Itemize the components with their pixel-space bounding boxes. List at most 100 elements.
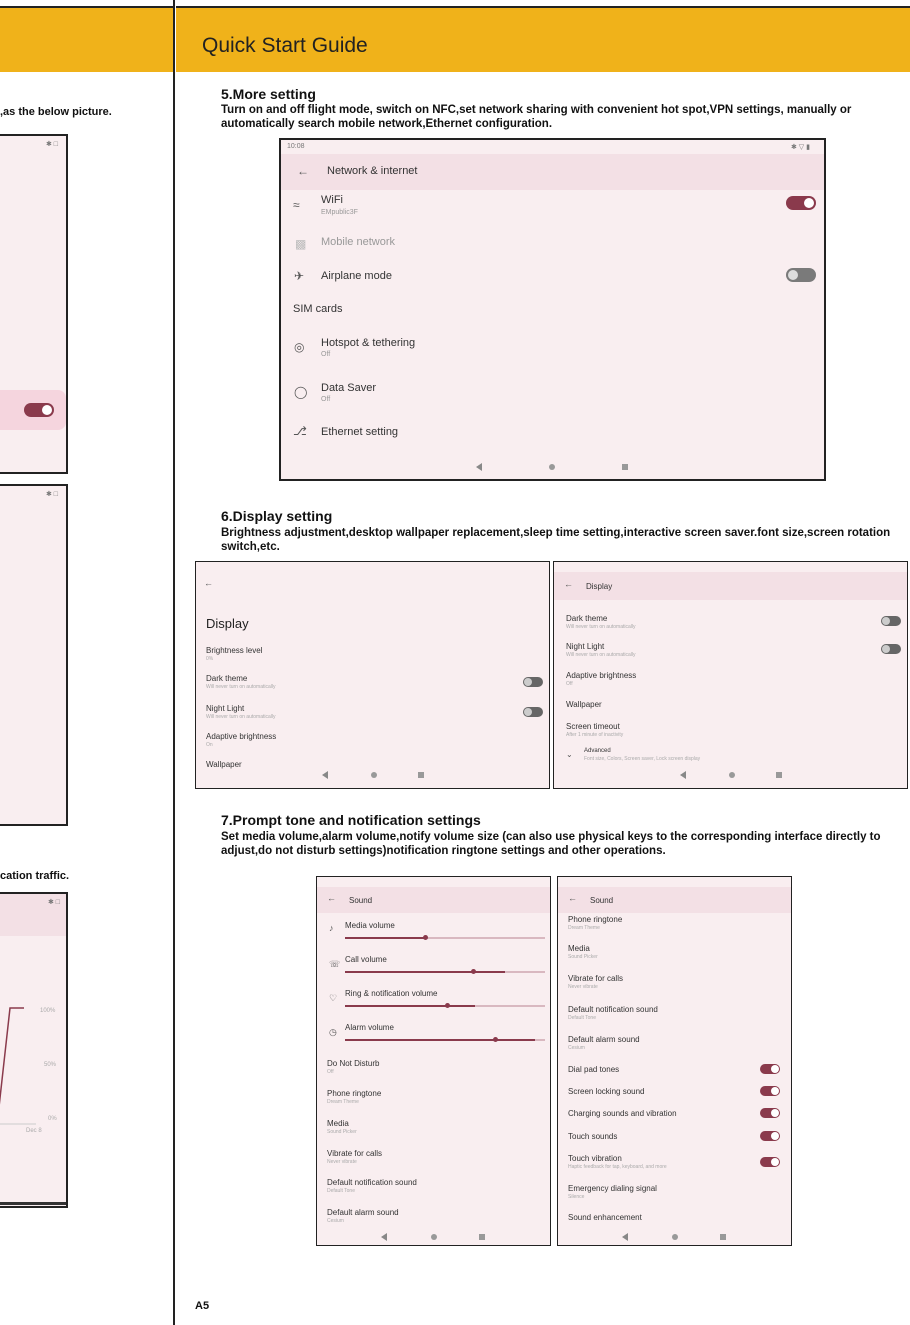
mobile-network-title: Mobile network bbox=[321, 236, 395, 248]
nav-recents-icon[interactable] bbox=[776, 772, 782, 778]
adaptive-brightness-sub: On bbox=[206, 742, 213, 748]
alarm-icon: ◷ bbox=[329, 1027, 337, 1037]
wifi-toggle[interactable] bbox=[786, 196, 816, 210]
section5-title: 5.More setting bbox=[221, 86, 316, 102]
sound-enhancement-title: Sound enhancement bbox=[568, 1213, 642, 1222]
display-title: Display bbox=[206, 616, 249, 631]
phone-icon: ☏ bbox=[329, 959, 341, 969]
night-light-title: Night Light bbox=[206, 704, 245, 713]
status-time: 10:08 bbox=[287, 143, 305, 150]
nav-back-icon[interactable] bbox=[622, 1233, 628, 1241]
left-header-band bbox=[0, 6, 174, 72]
emergency-dialing-title: Emergency dialing signal bbox=[568, 1184, 657, 1193]
nav-home-icon[interactable] bbox=[371, 772, 377, 778]
vibrate-calls-title: Vibrate for calls bbox=[327, 1149, 382, 1158]
nav-home-icon[interactable] bbox=[729, 772, 735, 778]
wallpaper-title: Wallpaper bbox=[206, 760, 242, 769]
back-arrow-icon[interactable]: ← bbox=[568, 893, 577, 903]
dark-theme-toggle[interactable] bbox=[881, 616, 901, 626]
page-number: A5 bbox=[195, 1300, 210, 1312]
sound-screenshot-right: ← Sound Phone ringtone Dream Theme Media… bbox=[557, 876, 792, 1246]
dark-theme-sub: Will never turn on automatically bbox=[566, 624, 636, 630]
chevron-down-icon[interactable]: ⌄ bbox=[566, 750, 573, 759]
screen-timeout-sub: After 1 minute of inactivity bbox=[566, 732, 624, 738]
display-screenshot-left: ← Display Brightness level 0% Dark theme… bbox=[195, 561, 550, 789]
network-screenshot: 10:08 ✱ ▽ ▮ ← Network & internet ≈ WiFi … bbox=[279, 138, 826, 481]
nav-home-icon[interactable] bbox=[431, 1234, 437, 1240]
toggle-on[interactable] bbox=[24, 403, 54, 417]
status-icons: ✱ □ bbox=[47, 899, 60, 906]
nav-back-icon[interactable] bbox=[476, 463, 482, 471]
media-volume-knob[interactable] bbox=[423, 935, 428, 940]
default-alarm-title: Default alarm sound bbox=[327, 1208, 399, 1217]
media-sub: Sound Picker bbox=[327, 1129, 357, 1135]
dark-theme-toggle[interactable] bbox=[523, 677, 543, 687]
section6-title: 6.Display setting bbox=[221, 508, 333, 524]
dark-theme-title: Dark theme bbox=[206, 674, 248, 683]
media-title: Media bbox=[327, 1119, 349, 1128]
touch-vibration-sub: Haptic feedback for tap, keyboard, and m… bbox=[568, 1164, 667, 1170]
page-divider bbox=[173, 0, 175, 1325]
nav-back-icon[interactable] bbox=[381, 1233, 387, 1241]
wallpaper-title: Wallpaper bbox=[566, 700, 602, 709]
ring-volume-knob[interactable] bbox=[445, 1003, 450, 1008]
nav-home-icon[interactable] bbox=[549, 464, 555, 470]
media-sub: Sound Picker bbox=[568, 954, 598, 960]
sound-screenshot-left: ← Sound ♪ Media volume ☏ Call volume ♡ R… bbox=[316, 876, 551, 1246]
airplane-toggle[interactable] bbox=[786, 268, 816, 282]
hotspot-sub: Off bbox=[321, 351, 331, 358]
data-saver-icon: ◯ bbox=[294, 385, 308, 399]
back-arrow-icon[interactable]: ← bbox=[564, 579, 573, 589]
night-light-toggle[interactable] bbox=[523, 707, 543, 717]
vibrate-calls-sub: Never vibrate bbox=[327, 1159, 357, 1165]
dial-pad-tones-toggle[interactable] bbox=[760, 1064, 780, 1074]
nav-home-icon[interactable] bbox=[672, 1234, 678, 1240]
default-alarm-title: Default alarm sound bbox=[568, 1035, 640, 1044]
section7-body: Set media volume,alarm volume,notify vol… bbox=[221, 831, 881, 857]
nav-recents-icon[interactable] bbox=[418, 772, 424, 778]
vibrate-calls-title: Vibrate for calls bbox=[568, 974, 623, 983]
wifi-title: WiFi bbox=[321, 194, 343, 206]
back-arrow-icon[interactable]: ← bbox=[327, 893, 336, 903]
alarm-volume-fill bbox=[345, 1039, 535, 1041]
nav-recents-icon[interactable] bbox=[479, 1234, 485, 1240]
touch-vibration-toggle[interactable] bbox=[760, 1157, 780, 1167]
alarm-volume-title: Alarm volume bbox=[345, 1023, 394, 1032]
screen-locking-toggle[interactable] bbox=[760, 1086, 780, 1096]
back-arrow-icon[interactable]: ← bbox=[204, 578, 213, 588]
adaptive-brightness-title: Adaptive brightness bbox=[206, 732, 277, 741]
bottom-bar bbox=[0, 1202, 66, 1205]
alarm-volume-knob[interactable] bbox=[493, 1037, 498, 1042]
night-light-sub: Will never turn on automatically bbox=[206, 714, 276, 720]
nav-recents-icon[interactable] bbox=[622, 464, 628, 470]
airplane-icon: ✈ bbox=[294, 269, 305, 283]
left-screenshot-2: ✱ □ bbox=[0, 484, 68, 826]
left-caption-top: ,as the below picture. bbox=[0, 106, 112, 118]
usage-chart bbox=[0, 1007, 36, 1125]
vibrate-calls-sub: Never vibrate bbox=[568, 984, 598, 990]
header-bar: ← Sound bbox=[317, 887, 550, 913]
ethernet-title: Ethernet setting bbox=[321, 426, 399, 438]
media-title: Media bbox=[568, 944, 590, 953]
charging-sounds-title: Charging sounds and vibration bbox=[568, 1109, 677, 1118]
page-title: Quick Start Guide bbox=[202, 34, 368, 57]
hotspot-icon: ◎ bbox=[294, 340, 305, 354]
nav-back-icon[interactable] bbox=[322, 771, 328, 779]
screen-locking-title: Screen locking sound bbox=[568, 1087, 645, 1096]
nav-back-icon[interactable] bbox=[680, 771, 686, 779]
hotspot-title: Hotspot & tethering bbox=[321, 337, 416, 349]
touch-sounds-toggle[interactable] bbox=[760, 1131, 780, 1141]
left-caption-traffic: cation traffic. bbox=[0, 870, 70, 882]
music-note-icon: ♪ bbox=[329, 923, 334, 933]
night-light-toggle[interactable] bbox=[881, 644, 901, 654]
media-volume-fill bbox=[345, 937, 425, 939]
back-arrow-icon[interactable]: ← bbox=[297, 164, 309, 178]
emergency-dialing-sub: Silence bbox=[568, 1194, 585, 1200]
charging-sounds-toggle[interactable] bbox=[760, 1108, 780, 1118]
screen-header: Display bbox=[586, 582, 613, 591]
advanced-title: Advanced bbox=[584, 748, 611, 754]
call-volume-knob[interactable] bbox=[471, 969, 476, 974]
screen-header: Sound bbox=[349, 896, 373, 905]
nav-recents-icon[interactable] bbox=[720, 1234, 726, 1240]
adaptive-brightness-title: Adaptive brightness bbox=[566, 671, 637, 680]
